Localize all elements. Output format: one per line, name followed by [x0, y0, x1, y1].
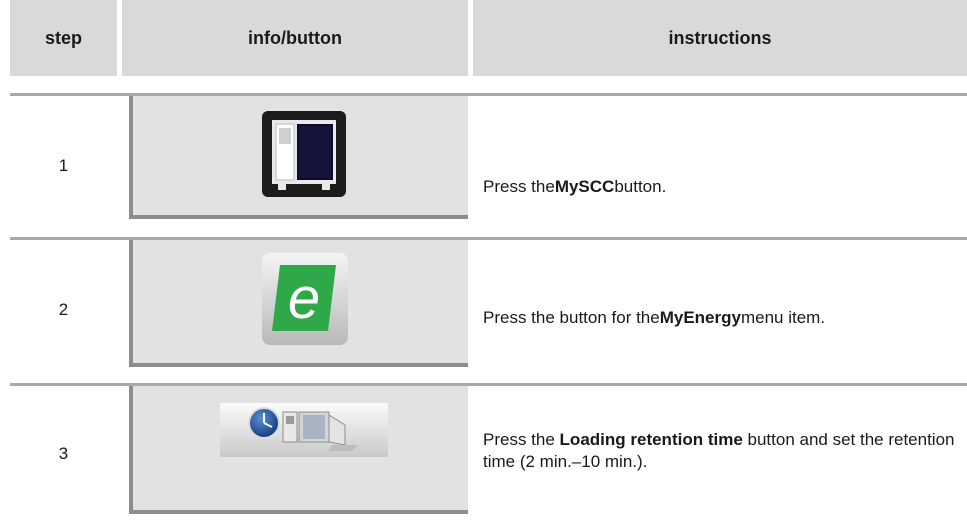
step-number: 2 [58, 300, 69, 319]
header-step: step [10, 0, 117, 76]
table-header: step info/button instructions [0, 0, 967, 76]
instruction-text: Press the button for the MyEnergy menu i… [483, 308, 826, 327]
instruction-keyword: Loading retention time [559, 430, 743, 449]
instruction-text: Press the MySCC button. [483, 177, 667, 196]
loading-retention-time-icon[interactable] [220, 403, 388, 457]
step-number: 3 [58, 443, 69, 463]
header-instructions: instructions [473, 0, 967, 76]
svg-text:e: e [288, 266, 320, 331]
myscc-oven-icon[interactable] [262, 111, 346, 197]
step-number: 1 [58, 156, 69, 175]
instruction-keyword: MyEnergy [659, 308, 741, 327]
instruction-keyword: MySCC [554, 177, 615, 196]
header-info-button: info/button [122, 0, 468, 76]
instruction-text: Press the Loading retention time button … [483, 430, 955, 471]
myenergy-e-icon[interactable]: e [262, 253, 348, 345]
